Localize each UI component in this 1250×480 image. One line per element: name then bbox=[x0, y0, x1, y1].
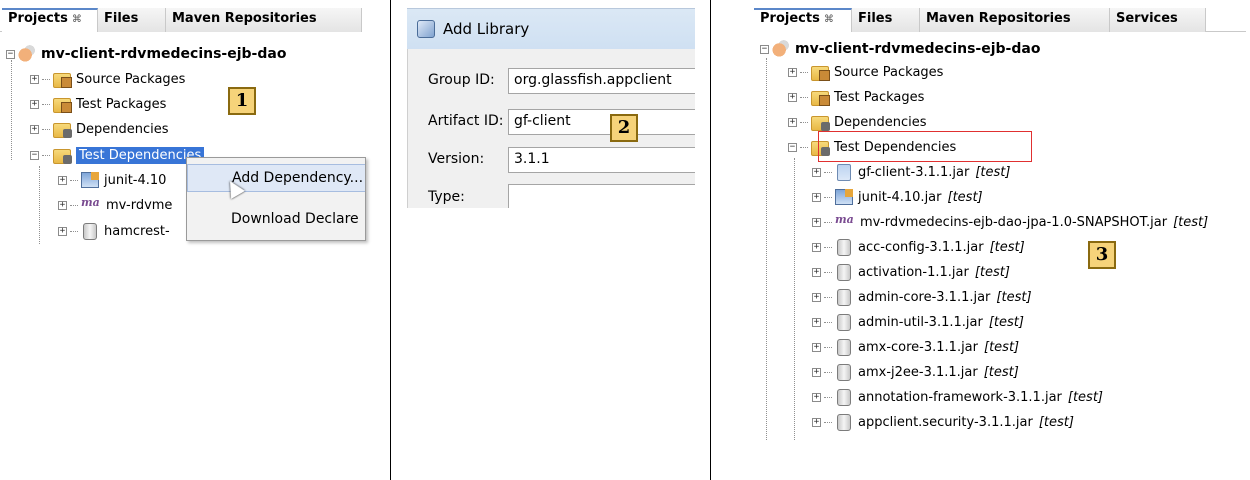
tree-node-jar[interactable]: + appclient.security-3.1.1.jar [test] bbox=[812, 410, 1074, 434]
expand-icon[interactable]: + bbox=[812, 417, 821, 427]
scope-tag: [test] bbox=[974, 264, 1010, 280]
jar-icon bbox=[837, 313, 851, 331]
folder-icon bbox=[811, 115, 830, 131]
project-node[interactable]: − mv-client-rdvmedecins-ejb-dao bbox=[760, 37, 1040, 61]
jar-icon bbox=[837, 263, 851, 281]
tree-node-jar[interactable]: + activation-1.1.jar [test] bbox=[812, 260, 1010, 284]
tree-connector bbox=[800, 146, 808, 148]
tree-connector bbox=[824, 221, 832, 223]
tree-node-jar[interactable]: + gf-client-3.1.1.jar [test] bbox=[812, 160, 1010, 184]
tree-node-jar[interactable]: + admin-util-3.1.1.jar [test] bbox=[812, 310, 1024, 334]
tree-node-jar[interactable]: + amx-j2ee-3.1.1.jar [test] bbox=[812, 360, 1019, 384]
project-name: mv-client-rdvmedecins-ejb-dao bbox=[795, 41, 1041, 57]
node-label: amx-j2ee-3.1.1.jar bbox=[858, 364, 978, 380]
tree-connector bbox=[800, 96, 808, 98]
node-label: Test Packages bbox=[834, 89, 925, 105]
scope-tag: [test] bbox=[1173, 214, 1209, 230]
junit-jar-icon bbox=[835, 189, 853, 205]
folder-icon bbox=[811, 90, 830, 106]
node-label: junit-4.10.jar bbox=[858, 189, 942, 205]
tree-node-jar[interactable]: + admin-core-3.1.1.jar [test] bbox=[812, 285, 1032, 309]
expand-icon[interactable]: + bbox=[788, 92, 797, 102]
collapse-icon[interactable]: − bbox=[760, 44, 769, 54]
tree-connector bbox=[824, 246, 832, 248]
tree-guide bbox=[766, 58, 767, 440]
jar-icon bbox=[837, 388, 851, 406]
jar-icon bbox=[837, 163, 851, 181]
expand-icon[interactable]: + bbox=[788, 117, 797, 127]
expand-icon[interactable]: + bbox=[812, 367, 821, 377]
scope-tag: [test] bbox=[947, 189, 983, 205]
project-icon bbox=[772, 40, 790, 58]
tree-connector bbox=[824, 271, 832, 273]
jar-icon bbox=[837, 338, 851, 356]
node-label: admin-util-3.1.1.jar bbox=[858, 314, 983, 330]
tree-connector bbox=[824, 396, 832, 398]
tree-connector bbox=[824, 321, 832, 323]
node-label: gf-client-3.1.1.jar bbox=[858, 164, 970, 180]
expand-icon[interactable]: + bbox=[812, 192, 821, 202]
tree-node-source-packages[interactable]: + Source Packages bbox=[788, 60, 943, 84]
tree-node-jar[interactable]: + amx-core-3.1.1.jar [test] bbox=[812, 335, 1019, 359]
highlight-box bbox=[818, 131, 1032, 162]
tree-connector bbox=[824, 346, 832, 348]
scope-tag: [test] bbox=[984, 339, 1020, 355]
tree-connector bbox=[824, 171, 832, 173]
node-label: Source Packages bbox=[834, 64, 944, 80]
maven-project-icon: ma bbox=[835, 213, 854, 226]
tree-node-jar[interactable]: + annotation-framework-3.1.1.jar [test] bbox=[812, 385, 1103, 409]
node-label: acc-config-3.1.1.jar bbox=[858, 239, 984, 255]
scope-tag: [test] bbox=[989, 239, 1025, 255]
tree-node-test-packages[interactable]: + Test Packages bbox=[788, 85, 924, 109]
expand-icon[interactable]: + bbox=[812, 242, 821, 252]
panel3-tree: − mv-client-rdvmedecins-ejb-dao + Source… bbox=[0, 0, 1250, 480]
jar-icon bbox=[837, 363, 851, 381]
tree-connector bbox=[824, 196, 832, 198]
node-label: appclient.security-3.1.1.jar bbox=[858, 414, 1033, 430]
scope-tag: [test] bbox=[1038, 414, 1074, 430]
tree-guide bbox=[794, 158, 795, 440]
node-label: Dependencies bbox=[834, 114, 927, 130]
tree-connector bbox=[824, 421, 832, 423]
scope-tag: [test] bbox=[996, 289, 1032, 305]
tree-node-jar[interactable]: + acc-config-3.1.1.jar [test] bbox=[812, 235, 1025, 259]
scope-tag: [test] bbox=[983, 364, 1019, 380]
scope-tag: [test] bbox=[988, 314, 1024, 330]
expand-icon[interactable]: + bbox=[812, 342, 821, 352]
tree-node-jar[interactable]: + junit-4.10.jar [test] bbox=[812, 185, 983, 209]
jar-icon bbox=[837, 288, 851, 306]
tree-connector bbox=[800, 121, 808, 123]
node-label: mv-rdvmedecins-ejb-dao-jpa-1.0-SNAPSHOT.… bbox=[860, 214, 1168, 230]
scope-tag: [test] bbox=[1067, 389, 1103, 405]
jar-icon bbox=[837, 413, 851, 431]
jar-icon bbox=[837, 238, 851, 256]
tree-connector bbox=[824, 371, 832, 373]
expand-icon[interactable]: + bbox=[812, 392, 821, 402]
expand-icon[interactable]: + bbox=[812, 317, 821, 327]
node-label: annotation-framework-3.1.1.jar bbox=[858, 389, 1062, 405]
scope-tag: [test] bbox=[975, 164, 1011, 180]
tree-connector bbox=[800, 71, 808, 73]
expand-icon[interactable]: + bbox=[812, 217, 821, 227]
collapse-icon[interactable]: − bbox=[788, 142, 797, 152]
tree-connector bbox=[824, 296, 832, 298]
expand-icon[interactable]: + bbox=[812, 267, 821, 277]
node-label: admin-core-3.1.1.jar bbox=[858, 289, 991, 305]
expand-icon[interactable]: + bbox=[788, 67, 797, 77]
folder-icon bbox=[811, 65, 830, 81]
node-label: amx-core-3.1.1.jar bbox=[858, 339, 978, 355]
tree-node-jar[interactable]: + ma mv-rdvmedecins-ejb-dao-jpa-1.0-SNAP… bbox=[812, 210, 1208, 234]
step-badge-3: 3 bbox=[1088, 241, 1116, 269]
expand-icon[interactable]: + bbox=[812, 167, 821, 177]
node-label: activation-1.1.jar bbox=[858, 264, 969, 280]
expand-icon[interactable]: + bbox=[812, 292, 821, 302]
